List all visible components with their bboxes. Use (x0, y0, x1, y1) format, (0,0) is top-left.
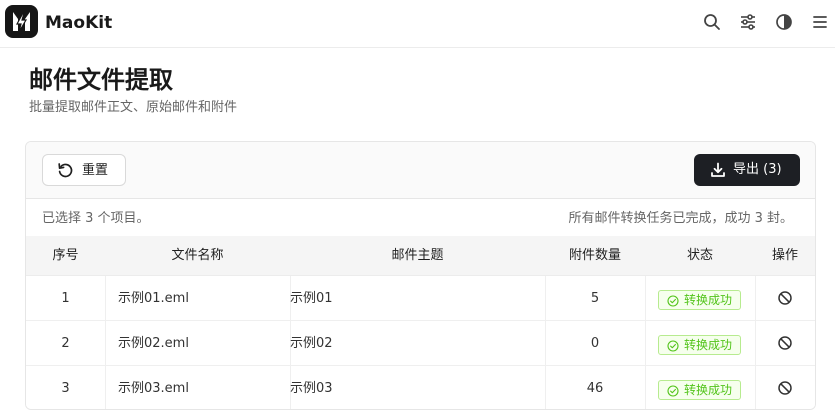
row-subject: 示例01 (290, 291, 333, 306)
row-filename: 示例02.eml (118, 336, 189, 351)
status-label: 转换成功 (684, 293, 733, 307)
page-title: 邮件文件提取 (29, 66, 173, 94)
sliders-icon[interactable] (738, 12, 758, 32)
header-status: 状态 (686, 248, 713, 263)
row-index: 2 (61, 336, 70, 351)
reset-icon (58, 163, 73, 178)
row-index: 3 (61, 381, 70, 396)
header-filename: 文件名称 (171, 248, 224, 263)
check-circle-icon (667, 295, 679, 307)
reset-button[interactable]: 重置 (42, 154, 126, 186)
header-attachments: 附件数量 (568, 248, 621, 263)
row-filename: 示例03.eml (118, 381, 189, 396)
reset-button-label: 重置 (82, 163, 109, 178)
table-row[interactable]: 2 示例02.eml 示例02 0 转换成功 (26, 321, 815, 366)
page-subtitle: 批量提取邮件正文、原始邮件和附件 (29, 100, 238, 115)
check-circle-icon (667, 340, 679, 352)
header-subject: 邮件主题 (391, 248, 444, 263)
header-index: 序号 (52, 248, 79, 263)
top-bar: MaoKit (0, 0, 835, 48)
row-attachment-count: 5 (590, 291, 600, 306)
table-header: 序号 文件名称 邮件主题 附件数量 状态 操作 (26, 236, 815, 276)
table-row[interactable]: 3 示例03.eml 示例03 46 转换成功 (26, 366, 815, 409)
search-icon[interactable] (702, 12, 722, 32)
cancel-icon[interactable] (777, 290, 793, 306)
row-filename: 示例01.eml (118, 291, 189, 306)
menu-icon[interactable] (810, 12, 830, 32)
contrast-icon[interactable] (774, 12, 794, 32)
cancel-icon[interactable] (777, 380, 793, 396)
export-button-label: 导出 (3) (733, 162, 782, 177)
selection-info: 已选择 3 个项目。 (42, 211, 150, 226)
status-badge: 转换成功 (658, 335, 741, 355)
header-actions: 操作 (771, 248, 798, 263)
status-label: 转换成功 (684, 383, 733, 397)
row-subject: 示例03 (290, 381, 333, 396)
status-badge: 转换成功 (658, 380, 741, 400)
row-subject: 示例02 (290, 336, 333, 351)
row-attachment-count: 46 (586, 381, 604, 396)
app-name: MaoKit (45, 13, 113, 33)
toolbar: 重置 导出 (3) (26, 142, 815, 199)
row-index: 1 (61, 291, 70, 306)
export-button[interactable]: 导出 (3) (694, 154, 800, 186)
download-icon (711, 162, 725, 177)
row-attachment-count: 0 (590, 336, 600, 351)
check-circle-icon (667, 385, 679, 397)
cancel-icon[interactable] (777, 335, 793, 351)
app-logo-icon[interactable] (5, 5, 38, 38)
status-badge: 转换成功 (658, 290, 741, 310)
status-label: 转换成功 (684, 338, 733, 352)
table-row[interactable]: 1 示例01.eml 示例01 5 转换成功 (26, 276, 815, 321)
task-status: 所有邮件转换任务已完成，成功 3 封。 (568, 211, 793, 226)
results-card: 重置 导出 (3) 已选择 3 个项目。 所有邮件转换任务已完成，成功 3 封。… (25, 141, 816, 410)
